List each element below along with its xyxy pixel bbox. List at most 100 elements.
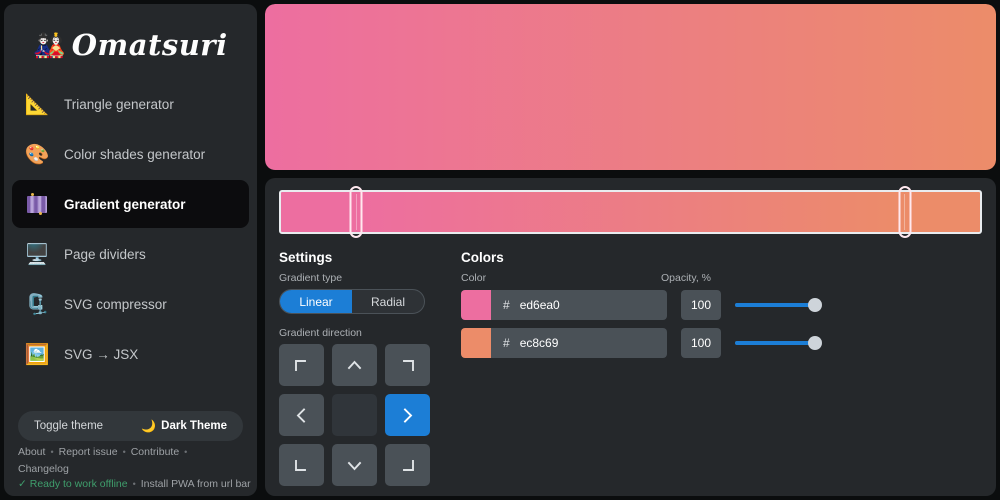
hash-symbol: # [503,336,510,350]
app-logo-text: Omatsuri [71,28,228,62]
gradient-type-label: Gradient type [279,272,343,284]
color-hex-value: ed6ea0 [519,298,560,312]
color-palette-icon: 🎨 [24,143,50,166]
footer-link-about[interactable]: About [18,446,45,458]
theme-toggle-button[interactable]: Toggle theme 🌙 Dark Theme [18,411,243,441]
compress-icon: 🗜️ [24,293,50,316]
footer-link-report-issue[interactable]: Report issue [59,446,118,458]
editor-columns: Settings Gradient type Linear Radial Gra… [279,250,982,486]
opacity-input[interactable]: 100 [681,290,721,320]
framed-picture-icon: 🖼️ [24,343,50,366]
check-icon: ✓ [18,478,27,490]
footer-separator: • [184,447,188,457]
install-pwa-text: Install PWA from url bar [140,478,251,490]
settings-column: Settings Gradient type Linear Radial Gra… [279,250,454,486]
colors-column: Colors Color Opacity, % # ed6ea0 100 # e… [454,250,982,486]
crescent-moon-icon: 🌙 [141,419,157,433]
opacity-slider[interactable] [735,290,822,320]
direction-right-button[interactable] [385,394,430,436]
status-separator: • [132,479,136,489]
theme-toggle-value-wrap: 🌙 Dark Theme [141,419,227,433]
app-logo[interactable]: 🎎 Omatsuri [4,4,257,80]
sidebar-nav: 📐 Triangle generator 🎨 Color shades gene… [4,80,257,378]
direction-top-left-button[interactable] [279,344,324,386]
desktop-monitor-icon: 🖥️ [24,243,50,266]
color-column-label: Color [461,272,487,284]
opacity-slider[interactable] [735,328,822,358]
direction-bottom-button[interactable] [332,444,377,486]
sidebar-item-label: SVG compressor [64,296,167,312]
corner-top-left-icon [293,357,310,374]
direction-left-button[interactable] [279,394,324,436]
opacity-slider-fill [735,341,815,345]
main-content: Settings Gradient type Linear Radial Gra… [265,4,996,496]
gradient-preview [265,4,996,170]
status-line: ✓ Ready to work offline • Install PWA fr… [4,478,257,496]
corner-top-right-icon [399,357,416,374]
gradient-type-radial-button[interactable]: Radial [352,290,424,313]
gradient-stop-handle-2[interactable] [898,186,912,238]
sidebar-item-label: SVG → JSX [64,346,139,362]
triangular-ruler-icon: 📐 [24,93,50,116]
gradient-stop-handle-1[interactable] [349,186,363,238]
opacity-column-label: Opacity, % [661,272,711,284]
color-swatch-button[interactable] [461,328,491,358]
sidebar-item-label: Gradient generator [64,196,186,212]
offline-ready-status: ✓ Ready to work offline [18,478,128,490]
sidebar-item-gradient-generator[interactable]: Gradient generator [12,180,249,228]
gradient-type-linear-button[interactable]: Linear [280,290,352,313]
footer-separator: • [50,447,54,457]
chevron-down-icon [346,457,363,474]
gradient-direction-grid [279,344,454,486]
color-row: # ed6ea0 100 [461,290,982,320]
opacity-input[interactable]: 100 [681,328,721,358]
colors-header-row: Color Opacity, % [461,272,982,284]
direction-center-placeholder [332,394,377,436]
sidebar-item-triangle-generator[interactable]: 📐 Triangle generator [12,80,249,128]
opacity-slider-thumb[interactable] [808,336,822,350]
app-root: 🎎 Omatsuri 📐 Triangle generator 🎨 Color … [0,0,1000,500]
direction-top-button[interactable] [332,344,377,386]
sidebar: 🎎 Omatsuri 📐 Triangle generator 🎨 Color … [4,4,257,496]
colors-title: Colors [461,250,504,265]
theme-toggle-value: Dark Theme [161,420,227,432]
direction-bottom-right-button[interactable] [385,444,430,486]
hash-symbol: # [503,298,510,312]
gradient-stops-strip-wrap [279,186,982,238]
sidebar-item-svg-compressor[interactable]: 🗜️ SVG compressor [12,280,249,328]
gradient-stops-strip[interactable] [279,190,982,234]
color-hex-input[interactable]: # ed6ea0 [491,290,667,320]
opacity-slider-thumb[interactable] [808,298,822,312]
color-hex-value: ec8c69 [519,336,559,350]
sidebar-item-label: Page dividers [64,246,146,262]
chevron-right-icon [399,407,416,424]
settings-title: Settings [279,250,333,265]
sidebar-item-color-shades-generator[interactable]: 🎨 Color shades generator [12,130,249,178]
sidebar-item-svg-to-jsx[interactable]: 🖼️ SVG → JSX [12,330,249,378]
color-hex-input[interactable]: # ec8c69 [491,328,667,358]
sidebar-item-page-dividers[interactable]: 🖥️ Page dividers [12,230,249,278]
footer-link-contribute[interactable]: Contribute [131,446,179,458]
footer-separator: • [122,447,126,457]
theme-toggle-label: Toggle theme [34,420,104,432]
opacity-slider-fill [735,303,815,307]
chevron-left-icon [293,407,310,424]
footer-links: About • Report issue • Contribute • Chan… [4,446,257,475]
footer-link-changelog[interactable]: Changelog [18,463,69,475]
gradient-preview-panel [265,4,996,170]
direction-top-right-button[interactable] [385,344,430,386]
sidebar-item-label: Triangle generator [64,96,174,112]
chevron-up-icon [346,357,363,374]
festival-drummer-icon: 🎎 [33,30,66,60]
gradient-type-toggle: Linear Radial [279,289,425,314]
gradient-bars-icon [24,191,50,217]
color-swatch-button[interactable] [461,290,491,320]
direction-bottom-left-button[interactable] [279,444,324,486]
offline-ready-text: Ready to work offline [29,478,128,490]
gradient-direction-label: Gradient direction [279,327,362,339]
color-row: # ec8c69 100 [461,328,982,358]
gradient-editor-panel: Settings Gradient type Linear Radial Gra… [265,178,996,496]
sidebar-item-label: Color shades generator [64,146,206,162]
corner-bottom-right-icon [399,457,416,474]
